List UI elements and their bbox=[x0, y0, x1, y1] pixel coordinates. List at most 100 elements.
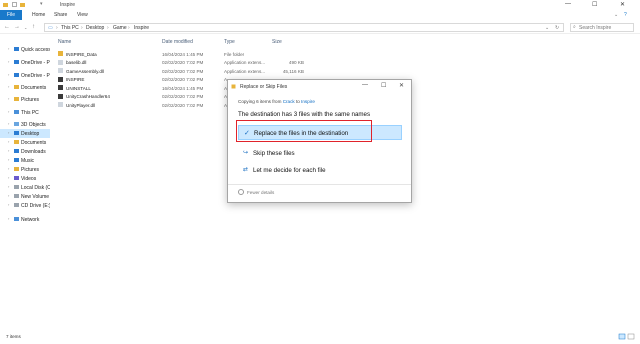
breadcrumb-game[interactable]: Game bbox=[113, 25, 127, 31]
dialog-divider bbox=[228, 184, 411, 185]
refresh-icon[interactable]: ↻ bbox=[555, 25, 559, 31]
fewer-details-button[interactable]: Fewer details bbox=[238, 189, 274, 196]
app-icon bbox=[58, 76, 63, 82]
cell-date: 02/02/2020 7:02 PM bbox=[162, 94, 204, 99]
customize-quick-access-icon[interactable]: ▾ bbox=[40, 1, 45, 7]
expand-chevron-icon[interactable]: › bbox=[8, 193, 9, 198]
expand-chevron-icon[interactable]: › bbox=[8, 184, 9, 189]
tab-view[interactable]: View bbox=[77, 12, 88, 18]
sidebar-item[interactable]: › Pictures bbox=[0, 165, 50, 174]
source-folder-link[interactable]: Crack bbox=[283, 99, 295, 104]
sidebar-item[interactable]: › Downloads bbox=[0, 147, 50, 156]
search-box[interactable]: ⌕ Search Inspire bbox=[570, 23, 634, 32]
sidebar-item[interactable]: › CD Drive (E:) bbox=[0, 201, 50, 210]
recent-locations-icon[interactable]: ⌄ bbox=[24, 25, 27, 30]
expand-chevron-icon[interactable]: › bbox=[8, 59, 9, 64]
cell-date: 02/02/2020 7:02 PM bbox=[162, 102, 204, 108]
computer-icon: ▭ bbox=[48, 25, 53, 31]
tab-share[interactable]: Share bbox=[54, 12, 67, 18]
cell-name: INSPIRE bbox=[66, 77, 85, 82]
skip-files-option[interactable]: ↪ Skip these files bbox=[238, 147, 402, 159]
dialog-minimize-button[interactable]: — bbox=[362, 82, 368, 88]
sidebar-item[interactable]: › New Volume (D:) bbox=[0, 192, 50, 201]
back-arrow-icon[interactable]: ← bbox=[4, 24, 10, 30]
sidebar-item[interactable]: › Network bbox=[0, 215, 50, 224]
breadcrumb-this-pc[interactable]: This PC bbox=[61, 25, 79, 31]
breadcrumb-inspire[interactable]: Inspire bbox=[134, 25, 149, 31]
decide-each-file-label: Let me decide for each file bbox=[253, 166, 326, 174]
sidebar-item[interactable]: › This PC bbox=[0, 108, 50, 117]
properties-icon[interactable] bbox=[12, 2, 17, 7]
skip-files-label: Skip these files bbox=[253, 149, 295, 157]
cell-name: UNINSTALL bbox=[66, 85, 91, 91]
sidebar-item[interactable]: › Documents bbox=[0, 138, 50, 147]
dialog-close-button[interactable]: ✕ bbox=[399, 82, 404, 89]
details-view-icon[interactable] bbox=[618, 333, 626, 340]
column-name[interactable]: Name bbox=[58, 39, 71, 45]
expand-chevron-icon[interactable]: › bbox=[8, 130, 9, 135]
close-button[interactable]: ✕ bbox=[620, 1, 625, 8]
forward-arrow-icon[interactable]: → bbox=[14, 24, 20, 30]
table-row[interactable]: baselib.dll 02/02/2020 7:02 PM Application… bbox=[52, 59, 352, 67]
expand-chevron-icon[interactable]: › bbox=[8, 109, 9, 114]
cell-name: GameAssembly.dll bbox=[66, 68, 104, 74]
decide-each-file-option[interactable]: ⇄ Let me decide for each file bbox=[238, 164, 402, 176]
expand-chevron-icon[interactable]: › bbox=[8, 121, 9, 126]
sidebar-item[interactable]: › 3D Objects bbox=[0, 120, 50, 129]
sidebar-item[interactable]: › OneDrive - Pers bbox=[0, 71, 50, 80]
address-dropdown-icon[interactable]: ⌄ bbox=[545, 25, 549, 31]
table-row[interactable]: INSPIRE_Data 16/04/2024 1:45 PM File folde… bbox=[52, 50, 352, 58]
sidebar-item[interactable]: › Local Disk (C:) bbox=[0, 183, 50, 192]
expand-chevron-icon[interactable]: › bbox=[8, 139, 9, 144]
maximize-button[interactable]: ☐ bbox=[592, 1, 597, 8]
table-row[interactable]: GameAssembly.dll 02/02/2020 7:02 PM Applic… bbox=[52, 67, 352, 75]
expand-chevron-icon[interactable]: › bbox=[8, 202, 9, 207]
cell-name: INSPIRE_Data bbox=[66, 51, 97, 57]
address-bar[interactable]: ▭ › This PC › Desktop › Game › Inspire ⌄… bbox=[44, 23, 564, 32]
breadcrumb-separator: › bbox=[56, 25, 58, 31]
sidebar-item-label: Documents bbox=[21, 139, 47, 146]
breadcrumb-desktop[interactable]: Desktop bbox=[86, 25, 104, 31]
window-title: Inspire bbox=[60, 2, 76, 8]
sidebar-item[interactable]: › OneDrive - Pers bbox=[0, 58, 50, 67]
expand-chevron-icon[interactable]: › bbox=[8, 46, 9, 51]
sidebar-item[interactable]: › Pictures bbox=[0, 95, 50, 104]
expand-chevron-icon[interactable]: › bbox=[8, 216, 9, 221]
minimize-button[interactable]: — bbox=[565, 1, 571, 7]
expand-chevron-icon[interactable]: › bbox=[8, 148, 9, 153]
sidebar-item-label: Local Disk (C:) bbox=[21, 184, 50, 191]
up-arrow-icon[interactable]: ↑ bbox=[32, 24, 35, 30]
tab-file[interactable]: File bbox=[0, 10, 22, 20]
destination-folder-link[interactable]: Inspire bbox=[301, 99, 315, 104]
expand-chevron-icon[interactable]: › bbox=[8, 166, 9, 171]
dialog-maximize-button[interactable]: ☐ bbox=[381, 82, 386, 89]
column-size[interactable]: Size bbox=[272, 39, 282, 45]
network-icon bbox=[14, 217, 19, 221]
status-item-count: 7 items bbox=[6, 334, 21, 339]
sidebar-item[interactable]: › Desktop bbox=[0, 129, 50, 138]
new-folder-icon[interactable] bbox=[20, 2, 25, 7]
sidebar-item[interactable]: › Music bbox=[0, 156, 50, 165]
breadcrumb-separator: › bbox=[128, 25, 130, 31]
sidebar-item-label: Desktop bbox=[21, 130, 40, 137]
cell-size: 45,116 KB bbox=[282, 68, 304, 74]
sidebar-item[interactable]: › Videos bbox=[0, 174, 50, 183]
dll-icon bbox=[58, 59, 63, 65]
column-date[interactable]: Date modified bbox=[162, 39, 193, 45]
expand-chevron-icon[interactable]: › bbox=[8, 72, 9, 77]
pictures-icon bbox=[14, 167, 19, 171]
column-type[interactable]: Type bbox=[224, 39, 235, 45]
sidebar-item-label: Quick access bbox=[21, 46, 50, 53]
sidebar-item-label: Videos bbox=[21, 175, 37, 182]
help-icon[interactable]: ? bbox=[624, 12, 627, 18]
sidebar-item[interactable]: › Documents bbox=[0, 83, 50, 92]
ribbon-expand-icon[interactable]: ⌄ bbox=[614, 12, 618, 18]
expand-chevron-icon[interactable]: › bbox=[8, 157, 9, 162]
expand-chevron-icon[interactable]: › bbox=[8, 84, 9, 89]
sidebar-item[interactable]: › Quick access bbox=[0, 45, 50, 54]
cloud-icon bbox=[14, 73, 19, 77]
expand-chevron-icon[interactable]: › bbox=[8, 96, 9, 101]
large-icons-view-icon[interactable] bbox=[627, 333, 635, 340]
tab-home[interactable]: Home bbox=[32, 12, 45, 18]
expand-chevron-icon[interactable]: › bbox=[8, 175, 9, 180]
